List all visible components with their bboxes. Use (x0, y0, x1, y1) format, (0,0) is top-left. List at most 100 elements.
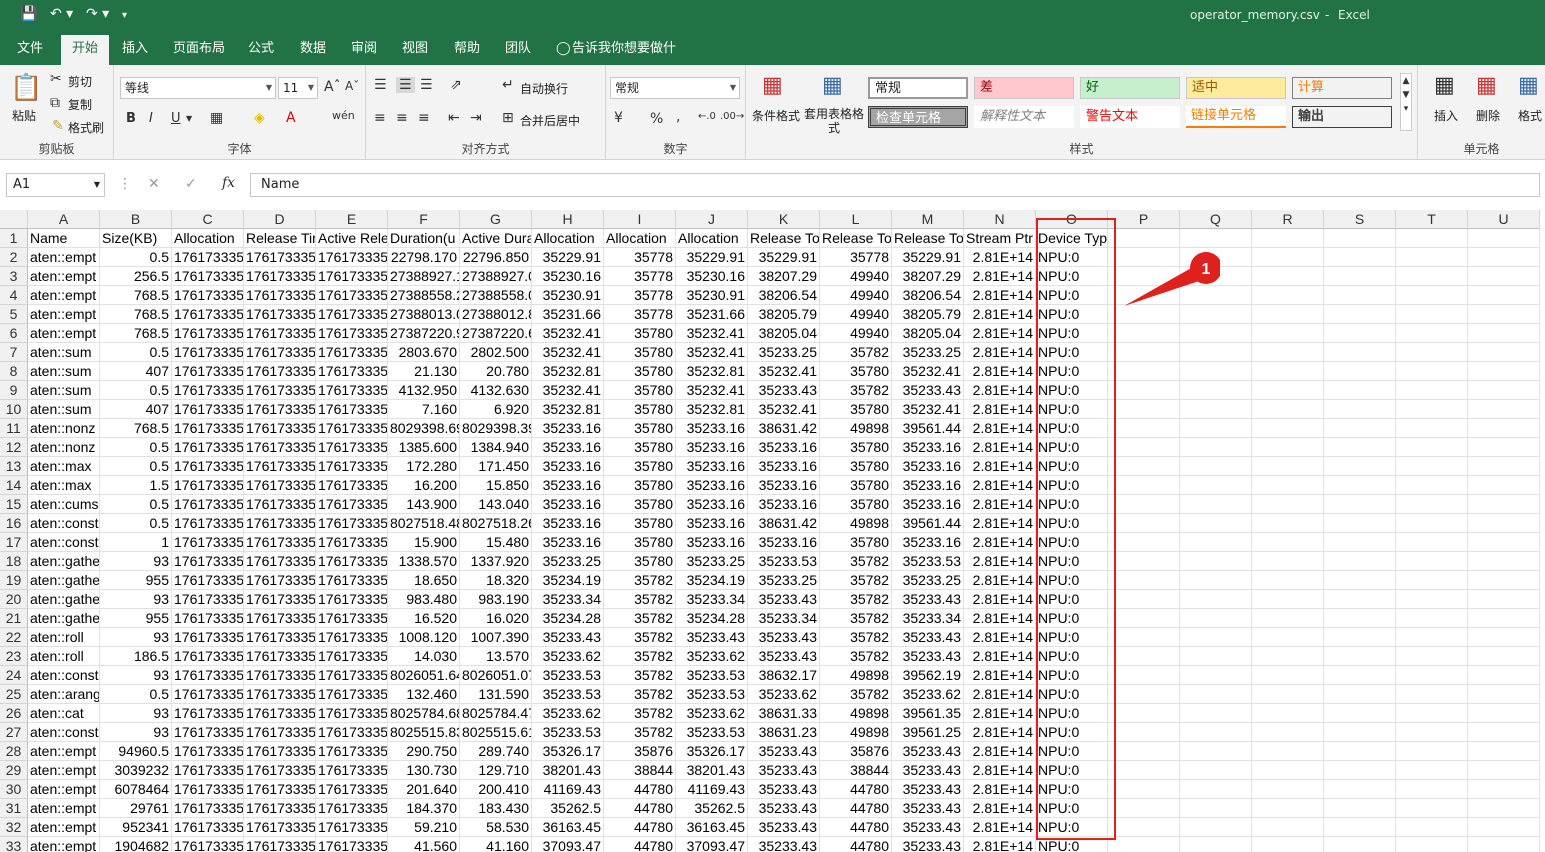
table-cell[interactable]: 35233.43 (892, 799, 964, 818)
column-header-l[interactable]: L (820, 210, 892, 229)
table-cell[interactable] (1180, 267, 1252, 286)
column-header-o[interactable]: O (1036, 210, 1108, 229)
table-cell[interactable] (1324, 419, 1396, 438)
table-cell[interactable]: 38205.04 (748, 324, 820, 343)
table-cell[interactable] (1468, 248, 1540, 267)
table-cell[interactable] (1468, 799, 1540, 818)
style-explanatory[interactable]: 解释性文本 (974, 106, 1074, 128)
table-cell[interactable]: aten::gathe (28, 571, 100, 590)
row-header[interactable]: 10 (0, 400, 28, 419)
table-cell[interactable] (1324, 685, 1396, 704)
table-cell[interactable]: 35233.62 (676, 704, 748, 723)
wrap-text-button[interactable]: 自动换行 (520, 80, 568, 97)
table-cell[interactable]: 184.370 (388, 799, 460, 818)
table-cell[interactable] (1180, 590, 1252, 609)
table-cell[interactable] (1468, 362, 1540, 381)
table-cell[interactable] (1108, 286, 1180, 305)
table-cell[interactable] (1468, 438, 1540, 457)
table-cell[interactable]: 1761733352 (316, 666, 388, 685)
table-cell[interactable] (1108, 267, 1180, 286)
table-cell[interactable] (1180, 723, 1252, 742)
table-cell[interactable]: 16.200 (388, 476, 460, 495)
table-cell[interactable]: 35233.53 (532, 685, 604, 704)
tab-home[interactable]: 开始 (61, 35, 109, 65)
table-cell[interactable] (1108, 438, 1180, 457)
table-cell[interactable]: 1761733351 (172, 723, 244, 742)
style-warning[interactable]: 警告文本 (1080, 106, 1180, 128)
table-cell[interactable]: 1761733351 (244, 533, 316, 552)
table-cell[interactable]: aten::empt (28, 267, 100, 286)
table-cell[interactable]: 407 (100, 362, 172, 381)
table-cell[interactable]: 35230.91 (676, 286, 748, 305)
table-cell[interactable]: 131.590 (460, 685, 532, 704)
row-header[interactable]: 22 (0, 628, 28, 647)
row-header[interactable]: 20 (0, 590, 28, 609)
table-cell[interactable] (1324, 799, 1396, 818)
table-cell[interactable]: 35234.19 (676, 571, 748, 590)
table-cell[interactable]: 39561.44 (892, 514, 964, 533)
table-cell[interactable]: 35232.81 (532, 362, 604, 381)
table-cell[interactable] (1396, 666, 1468, 685)
header-cell[interactable]: Size(KB) (100, 229, 172, 248)
tab-view[interactable]: 视图 (394, 33, 436, 65)
table-cell[interactable] (1252, 818, 1324, 837)
table-cell[interactable]: 35233.43 (892, 818, 964, 837)
table-cell[interactable]: 35233.25 (748, 571, 820, 590)
table-cell[interactable]: NPU:0 (1036, 552, 1108, 571)
table-cell[interactable]: NPU:0 (1036, 647, 1108, 666)
table-cell[interactable] (1468, 704, 1540, 723)
table-cell[interactable] (1180, 248, 1252, 267)
table-cell[interactable]: 2.81E+14 (964, 514, 1036, 533)
table-cell[interactable] (1252, 742, 1324, 761)
table-cell[interactable] (1108, 381, 1180, 400)
table-cell[interactable] (1468, 552, 1540, 571)
table-cell[interactable]: NPU:0 (1036, 837, 1108, 852)
table-cell[interactable]: 35233.25 (892, 571, 964, 590)
table-cell[interactable]: 35876 (604, 742, 676, 761)
table-cell[interactable] (1108, 590, 1180, 609)
table-cell[interactable] (1324, 495, 1396, 514)
table-cell[interactable]: 35233.16 (676, 438, 748, 457)
table-cell[interactable]: 2.81E+14 (964, 628, 1036, 647)
table-cell[interactable]: 35233.43 (748, 837, 820, 852)
table-cell[interactable]: 1761733351 (316, 628, 388, 647)
table-cell[interactable]: 38201.43 (532, 761, 604, 780)
table-cell[interactable]: 41169.43 (676, 780, 748, 799)
column-header-g[interactable]: G (460, 210, 532, 229)
table-cell[interactable]: 35233.43 (532, 628, 604, 647)
table-cell[interactable]: 1761733351 (244, 818, 316, 837)
table-cell[interactable]: 35233.16 (748, 533, 820, 552)
table-cell[interactable]: 2.81E+14 (964, 552, 1036, 571)
table-cell[interactable]: 35232.81 (532, 400, 604, 419)
header-cell[interactable]: Active Dura (460, 229, 532, 248)
row-header[interactable]: 17 (0, 533, 28, 552)
table-cell[interactable]: 35780 (604, 343, 676, 362)
table-cell[interactable] (1180, 704, 1252, 723)
table-cell[interactable] (1252, 419, 1324, 438)
align-right-icon[interactable]: ≡ (418, 110, 430, 126)
table-cell[interactable]: aten::empt (28, 324, 100, 343)
table-cell[interactable]: 35233.43 (748, 590, 820, 609)
table-cell[interactable]: 1761733351 (244, 343, 316, 362)
table-cell[interactable]: 38205.79 (748, 305, 820, 324)
table-cell[interactable]: 35229.91 (532, 248, 604, 267)
table-cell[interactable] (1252, 647, 1324, 666)
table-cell[interactable]: 35782 (820, 571, 892, 590)
table-cell[interactable]: NPU:0 (1036, 324, 1108, 343)
table-cell[interactable]: 27388558.0 (460, 286, 532, 305)
table-cell[interactable]: 1761733351 (172, 476, 244, 495)
table-cell[interactable]: 2.81E+14 (964, 495, 1036, 514)
header-cell[interactable]: Allocation (604, 229, 676, 248)
table-cell[interactable]: 1761733351 (244, 799, 316, 818)
table-cell[interactable]: 35782 (604, 609, 676, 628)
table-cell[interactable]: 1761733351 (316, 495, 388, 514)
align-bottom-icon[interactable]: ☰ (420, 77, 433, 93)
table-cell[interactable]: 35782 (604, 628, 676, 647)
table-cell[interactable] (1108, 476, 1180, 495)
table-cell[interactable]: 1761733351 (172, 495, 244, 514)
header-cell[interactable]: Device Type (1036, 229, 1108, 248)
table-cell[interactable]: 35780 (604, 419, 676, 438)
table-cell[interactable]: aten::sum (28, 381, 100, 400)
table-cell[interactable] (1108, 533, 1180, 552)
table-cell[interactable]: aten::empt (28, 780, 100, 799)
